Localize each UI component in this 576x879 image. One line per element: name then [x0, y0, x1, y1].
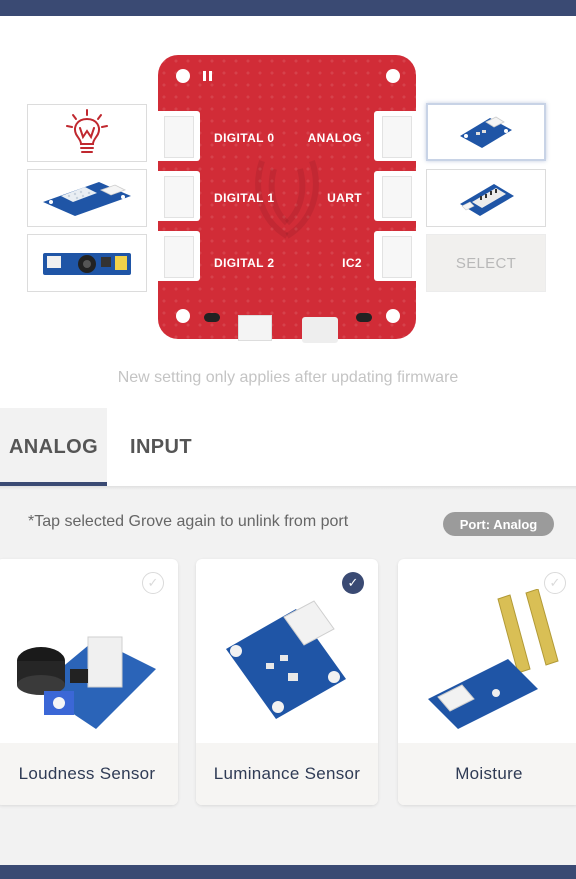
bottom-bar	[0, 865, 576, 879]
mount-hole	[176, 69, 190, 83]
tab-bar: ANALOG INPUT	[0, 408, 576, 486]
status-led	[204, 313, 220, 322]
moisture-sensor-image	[428, 589, 559, 729]
card-label: Moisture	[398, 743, 576, 805]
port-connector-digital-2	[158, 231, 200, 281]
grove-connector	[238, 315, 272, 341]
port-connector-digital-0	[158, 111, 200, 161]
pause-icon	[203, 71, 212, 81]
luminance-sensor-image	[226, 600, 346, 719]
grove-card-luminance[interactable]: ✓ Luminance Sensor	[196, 559, 378, 805]
port-label-analog: ANALOG	[307, 131, 362, 145]
mount-hole	[386, 69, 400, 83]
port-label-digital-0: DIGITAL 0	[214, 131, 275, 145]
port-connector-ic2	[374, 231, 416, 281]
port-label-uart: UART	[327, 191, 362, 205]
top-status-bar	[0, 0, 576, 16]
port-label-digital-2: DIGITAL 2	[214, 256, 275, 270]
mount-hole	[386, 309, 400, 323]
grove-card-loudness[interactable]: ✓ Loudness Sensor	[0, 559, 178, 805]
wio-lightbulb-icon	[66, 109, 108, 153]
wio-board: DIGITAL 0 DIGITAL 1 DIGITAL 2 ANALOG UAR…	[158, 55, 416, 343]
loudness-sensor-image	[17, 636, 156, 729]
right-module-tile-analog[interactable]	[426, 103, 546, 161]
unlink-note: *Tap selected Grove again to unlink from…	[28, 513, 349, 530]
tab-input[interactable]: INPUT	[107, 408, 215, 486]
card-label: Luminance Sensor	[196, 743, 378, 805]
led-bar-icon	[460, 184, 514, 216]
grove-card-moisture[interactable]: ✓ Moisture	[398, 559, 576, 805]
port-label-digital-1: DIGITAL 1	[214, 191, 275, 205]
mount-hole	[176, 309, 190, 323]
right-module-tile-uart[interactable]	[426, 169, 546, 227]
luminance-sensor-icon	[460, 116, 512, 148]
usb-port	[302, 317, 338, 343]
port-connector-uart	[374, 171, 416, 221]
left-module-tile-digital-2[interactable]	[27, 234, 147, 292]
port-connector-analog	[374, 111, 416, 161]
firmware-hint: New setting only applies after updating …	[117, 369, 459, 386]
port-badge: Port: Analog	[443, 512, 554, 536]
port-connector-digital-1	[158, 171, 200, 221]
status-led	[356, 313, 372, 322]
left-module-tile-digital-0[interactable]	[27, 104, 147, 162]
tab-analog[interactable]: ANALOG	[0, 408, 107, 486]
card-label: Loudness Sensor	[0, 743, 178, 805]
left-module-tile-digital-1[interactable]	[27, 169, 147, 227]
tab-divider	[0, 486, 576, 490]
select-module-button[interactable]: SELECT	[426, 234, 546, 292]
temperature-humidity-sensor-icon	[43, 182, 131, 216]
loudness-sensor-icon	[43, 253, 131, 275]
port-label-ic2: IC2	[342, 256, 362, 270]
select-label: SELECT	[455, 254, 517, 272]
